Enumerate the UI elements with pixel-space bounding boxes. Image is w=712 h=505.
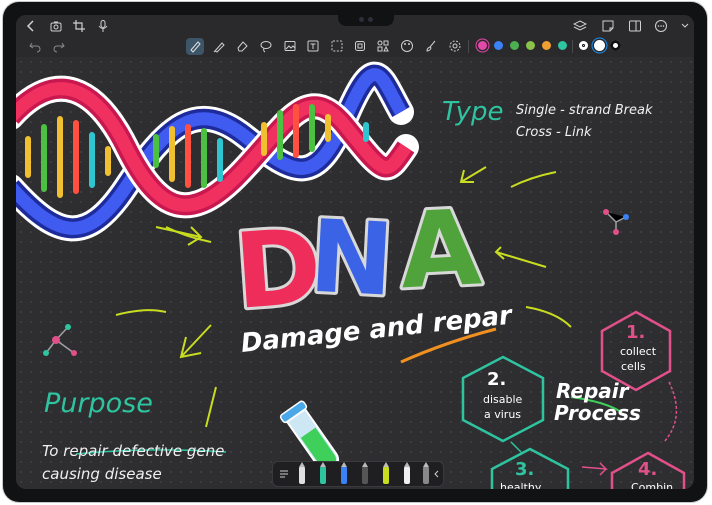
type-heading: Type xyxy=(442,97,504,127)
toolbar-divider xyxy=(572,40,573,53)
camera-notch xyxy=(338,15,394,26)
palette-icon[interactable] xyxy=(400,39,414,53)
step-1-text-1: collect xyxy=(620,345,657,358)
chevron-down-icon[interactable] xyxy=(678,19,692,33)
purpose-line-2: causing disease xyxy=(42,465,162,483)
step-3-text-1: healthy xyxy=(500,481,542,489)
stroke-size-large[interactable] xyxy=(610,40,621,51)
back-icon[interactable] xyxy=(24,19,38,33)
note-canvas[interactable]: D D N N A A Type Single - strand Break C… xyxy=(16,57,694,489)
highlighter-icon[interactable] xyxy=(212,39,226,53)
sticker-icon[interactable] xyxy=(353,39,367,53)
purpose-line-1: To repair defective gene xyxy=(42,442,225,460)
text-icon[interactable] xyxy=(306,39,320,53)
step-1-text-2: cells xyxy=(621,360,646,373)
pen-icon[interactable] xyxy=(362,462,368,484)
list-icon[interactable] xyxy=(277,467,291,481)
layout-icon[interactable] xyxy=(376,39,390,53)
purpose-heading: Purpose xyxy=(44,388,153,419)
color-swatch-teal[interactable] xyxy=(558,41,567,50)
stroke-size-small[interactable] xyxy=(579,41,588,50)
step-3-number: 3. xyxy=(515,459,535,480)
stroke-size-medium[interactable] xyxy=(594,40,605,51)
microphone-icon[interactable] xyxy=(96,19,110,33)
step-2-text-1: disable xyxy=(483,393,523,406)
color-swatch-lime[interactable] xyxy=(526,41,535,50)
color-swatch-orange[interactable] xyxy=(542,41,551,50)
pen-tray xyxy=(272,461,444,487)
screen: D D N N A A Type Single - strand Break C… xyxy=(16,15,694,489)
settings-icon[interactable] xyxy=(448,39,462,53)
pencil-icon[interactable] xyxy=(299,462,305,484)
redo-icon[interactable] xyxy=(52,39,66,53)
color-swatch-green[interactable] xyxy=(510,41,519,50)
toolbar-divider xyxy=(468,40,469,53)
pencil-icon[interactable] xyxy=(404,462,410,484)
chevron-left-icon[interactable] xyxy=(429,467,443,481)
undo-icon[interactable] xyxy=(28,39,42,53)
svg-text:N: N xyxy=(307,198,397,319)
top-toolbar xyxy=(16,15,694,37)
color-swatch-blue[interactable] xyxy=(494,41,503,50)
crop-icon[interactable] xyxy=(72,19,86,33)
repair-heading-1: Repair xyxy=(556,379,629,403)
step-4-number: 4. xyxy=(638,459,658,480)
image-icon[interactable] xyxy=(283,39,297,53)
svg-text:A: A xyxy=(397,186,484,312)
layers-icon[interactable] xyxy=(573,19,587,33)
tablet-frame: D D N N A A Type Single - strand Break C… xyxy=(3,2,707,502)
camera-icon[interactable] xyxy=(49,19,63,33)
step-2-number: 2. xyxy=(487,369,507,390)
highlighter-icon[interactable] xyxy=(383,462,389,484)
step-4-text-1: Combin xyxy=(631,481,674,489)
marker-icon[interactable] xyxy=(320,462,326,484)
step-2-text-2: a virus xyxy=(484,408,522,421)
type-item-1: Single - strand Break xyxy=(516,103,653,118)
color-swatch-pink[interactable] xyxy=(478,41,487,50)
lasso-icon[interactable] xyxy=(259,39,273,53)
tool-toolbar xyxy=(16,37,694,58)
brush-icon[interactable] xyxy=(424,39,438,53)
split-view-icon[interactable] xyxy=(628,19,642,33)
shape-icon[interactable] xyxy=(330,39,344,53)
pen-icon[interactable] xyxy=(188,39,202,53)
note-icon[interactable] xyxy=(601,19,615,33)
pen-icon[interactable] xyxy=(341,462,347,484)
repair-heading-2: Process xyxy=(554,401,641,425)
eraser-icon[interactable] xyxy=(235,39,249,53)
step-1-number: 1. xyxy=(626,322,646,343)
type-item-2: Cross - Link xyxy=(516,125,592,140)
more-icon[interactable] xyxy=(654,19,668,33)
